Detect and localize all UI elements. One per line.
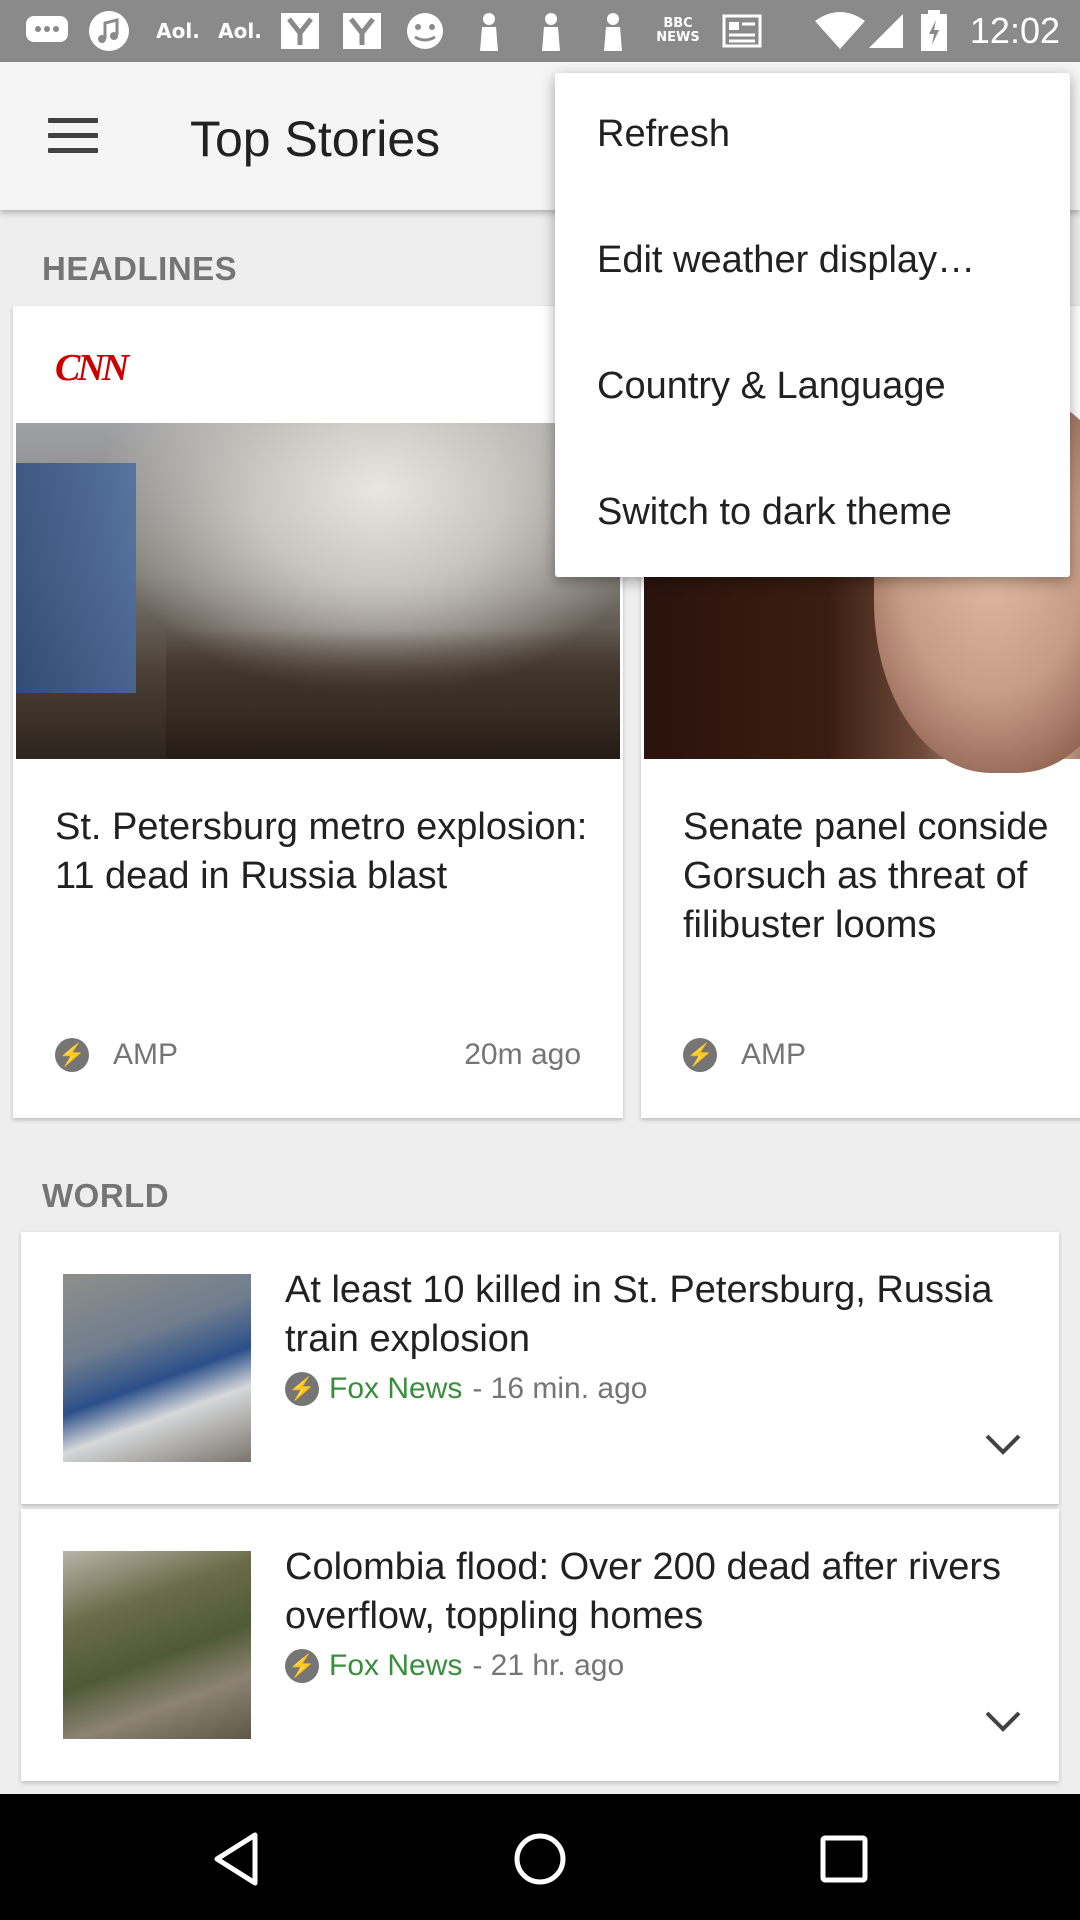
clock: 12:02 xyxy=(969,10,1060,51)
story-time: - 16 min. ago xyxy=(472,1372,648,1405)
amp-icon: ⚡ xyxy=(55,1038,89,1072)
menu-item-refresh[interactable]: Refresh xyxy=(597,113,730,156)
story-source[interactable]: Fox News xyxy=(329,1372,462,1406)
page-title: Top Stories xyxy=(190,111,441,167)
section-label-world: WORLD xyxy=(42,1177,170,1214)
yahoo-notification-icon xyxy=(340,12,384,50)
status-bar: Aol. Aol. BBC NEWS 12:02 xyxy=(0,0,1080,62)
person-notification-icon xyxy=(532,12,570,51)
amp-icon: ⚡ xyxy=(285,1372,319,1406)
battery-icon xyxy=(918,10,950,51)
story-source[interactable]: Fox News xyxy=(329,1649,462,1683)
story-title[interactable]: St. Petersburg metro explosion: 11 dead … xyxy=(55,803,595,901)
signal-icon xyxy=(866,12,906,50)
story-time: 20m ago xyxy=(464,1038,581,1071)
chevron-down-icon[interactable] xyxy=(983,1709,1023,1733)
navigation-bar xyxy=(0,1794,1080,1920)
amp-icon: ⚡ xyxy=(285,1649,319,1683)
amp-label: AMP xyxy=(741,1038,807,1071)
menu-item-edit-weather[interactable]: Edit weather display… xyxy=(597,239,975,282)
yahoo-notification-icon xyxy=(278,12,322,50)
story-title[interactable]: Colombia flood: Over 200 dead after rive… xyxy=(285,1543,1025,1641)
chat-notification-icon xyxy=(22,12,72,50)
story-meta: ⚡ Fox News - 21 hr. ago xyxy=(285,1649,624,1683)
amp-icon: ⚡ xyxy=(683,1038,717,1072)
story-time: - 21 hr. ago xyxy=(472,1649,625,1682)
section-label-headlines: HEADLINES xyxy=(42,250,238,287)
recents-icon[interactable] xyxy=(809,1824,879,1894)
list-item[interactable]: At least 10 killed in St. Petersburg, Ru… xyxy=(21,1232,1059,1504)
menu-item-dark-theme[interactable]: Switch to dark theme xyxy=(597,491,952,534)
newspaper-notification-icon xyxy=(720,12,764,50)
story-meta: ⚡ Fox News - 16 min. ago xyxy=(285,1372,647,1406)
aol-notification-icon: Aol. xyxy=(156,19,200,43)
story-thumbnail[interactable] xyxy=(63,1551,251,1739)
wifi-icon xyxy=(812,12,868,50)
cnn-logo: CNN xyxy=(55,347,129,389)
story-image[interactable] xyxy=(16,423,620,759)
person-notification-icon xyxy=(594,12,632,51)
menu-item-country-language[interactable]: Country & Language xyxy=(597,365,946,408)
home-icon[interactable] xyxy=(505,1824,575,1894)
aol-notification-icon: Aol. xyxy=(218,19,262,43)
music-notification-icon xyxy=(86,11,132,51)
story-thumbnail[interactable] xyxy=(63,1274,251,1462)
list-item[interactable]: Colombia flood: Over 200 dead after rive… xyxy=(21,1509,1059,1781)
overflow-menu: Refresh Edit weather display… Country & … xyxy=(555,73,1070,577)
story-title[interactable]: Senate panel conside Gorsuch as threat o… xyxy=(683,803,1080,950)
chevron-down-icon[interactable] xyxy=(983,1432,1023,1456)
bbc-news-notification-icon: BBC NEWS xyxy=(656,16,700,45)
amp-label: AMP xyxy=(113,1038,179,1071)
headline-card[interactable]: CNN St. Petersburg metro explosion: 11 d… xyxy=(13,306,623,1118)
person-notification-icon xyxy=(470,12,508,51)
game-notification-icon xyxy=(402,12,448,50)
menu-icon[interactable] xyxy=(48,118,98,154)
story-title[interactable]: At least 10 killed in St. Petersburg, Ru… xyxy=(285,1266,1025,1364)
back-icon[interactable] xyxy=(201,1824,271,1894)
